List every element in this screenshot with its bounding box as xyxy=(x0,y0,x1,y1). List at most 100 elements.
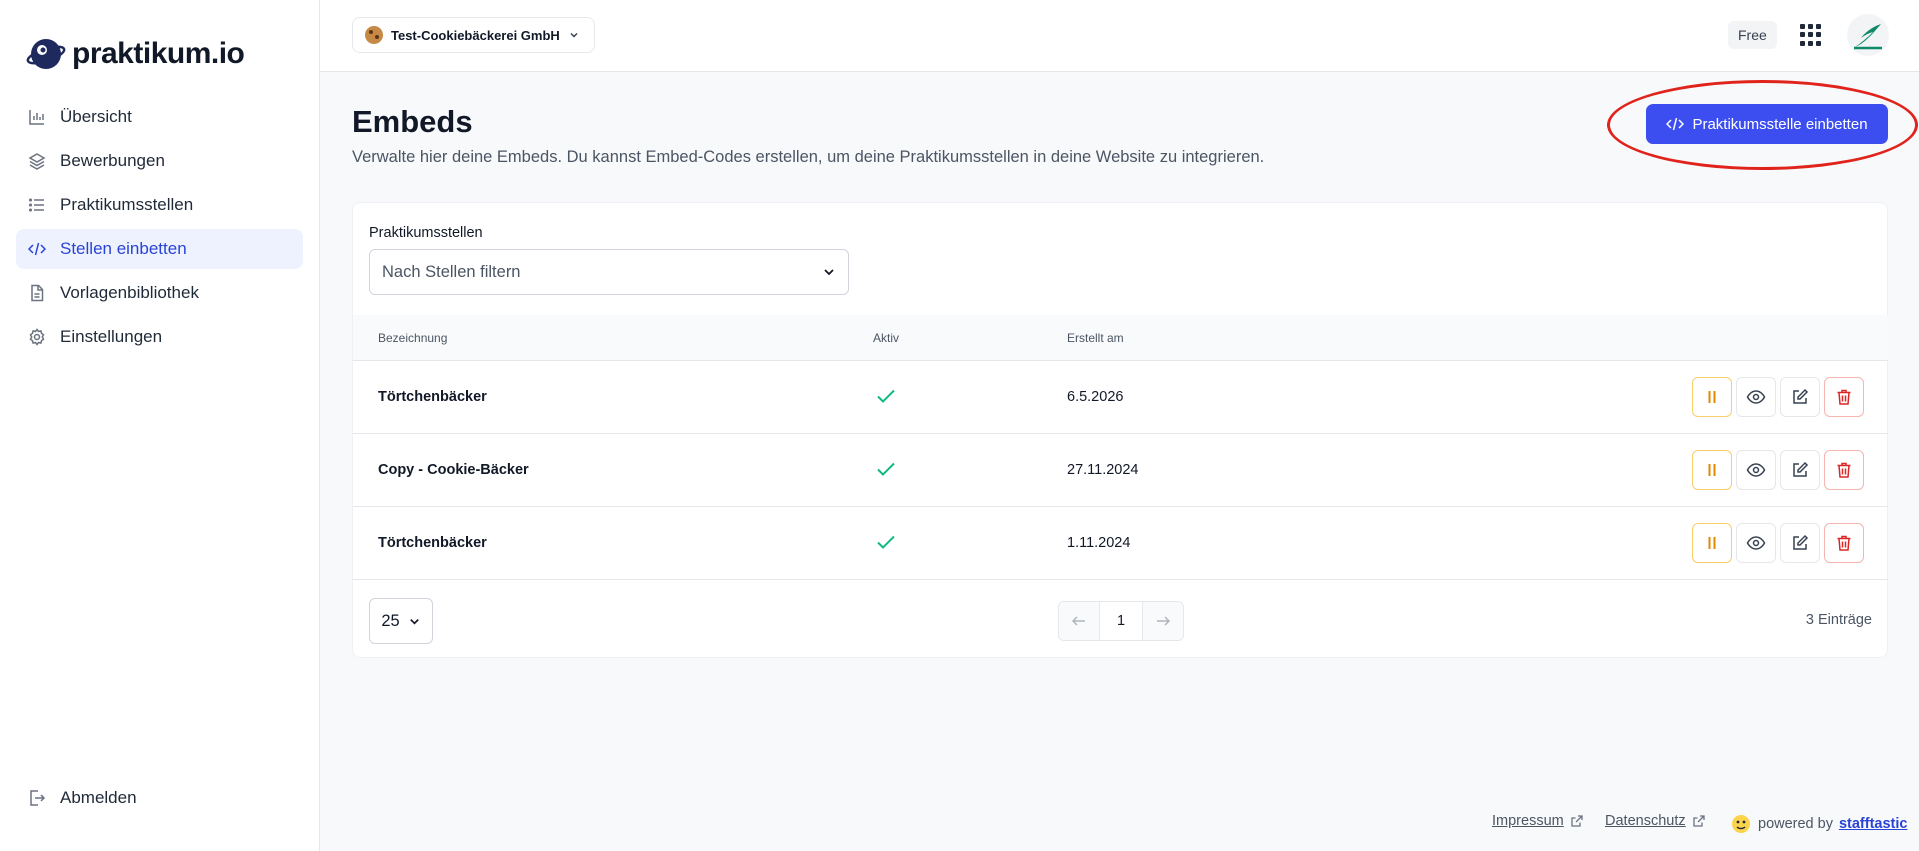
delete-button[interactable] xyxy=(1824,450,1864,490)
stafftastic-link[interactable]: stafftastic xyxy=(1839,816,1908,832)
sidebar-item-uebersicht[interactable]: Übersicht xyxy=(16,97,303,137)
chevron-down-icon xyxy=(570,32,578,38)
top-bar: Test-Cookiebäckerei GmbH Free xyxy=(320,0,1919,72)
company-switcher[interactable]: Test-Cookiebäckerei GmbH xyxy=(352,17,595,53)
chevron-down-icon xyxy=(409,618,419,625)
feather-logo-icon xyxy=(1854,24,1882,50)
sidebar-item-label: Stellen einbetten xyxy=(60,239,187,258)
edit-icon xyxy=(1793,534,1809,550)
row-created-date: 1.11.2024 xyxy=(1067,535,1131,551)
row-actions xyxy=(1692,523,1864,563)
embed-internship-button[interactable]: Praktikumsstelle einbetten xyxy=(1646,104,1888,144)
delete-button[interactable] xyxy=(1824,523,1864,563)
table-row[interactable]: Copy - Cookie-Bäcker 27.11.2024 xyxy=(353,434,1888,507)
per-page-value: 25 xyxy=(381,611,400,630)
trash-icon xyxy=(1837,462,1851,478)
logout-label: Abmelden xyxy=(60,788,137,807)
edit-button[interactable] xyxy=(1780,523,1820,563)
layers-icon xyxy=(28,152,46,170)
sidebar-item-stellen-einbetten[interactable]: Stellen einbetten xyxy=(16,229,303,269)
document-icon xyxy=(28,284,46,302)
sidebar-item-label: Vorlagenbibliothek xyxy=(60,283,199,302)
edit-icon xyxy=(1793,388,1809,404)
eye-icon xyxy=(1746,463,1766,477)
column-header-active[interactable]: Aktiv xyxy=(873,331,899,345)
avatar[interactable] xyxy=(1847,14,1889,56)
sidebar-bottom: Abmelden xyxy=(16,778,303,822)
check-icon xyxy=(877,535,895,549)
arrow-right-icon xyxy=(1157,616,1171,626)
sidebar-item-praktikumsstellen[interactable]: Praktikumsstellen xyxy=(16,185,303,225)
trash-icon xyxy=(1837,389,1851,405)
per-page-select[interactable]: 25 xyxy=(369,598,433,644)
page-description: Verwalte hier deine Embeds. Du kannst Em… xyxy=(352,148,1265,166)
sidebar-item-bewerbungen[interactable]: Bewerbungen xyxy=(16,141,303,181)
company-name: Test-Cookiebäckerei GmbH xyxy=(391,27,560,43)
row-created-date: 27.11.2024 xyxy=(1067,462,1139,478)
column-header-created[interactable]: Erstellt am xyxy=(1067,331,1124,345)
external-link-icon xyxy=(1692,815,1705,827)
page-title: Embeds xyxy=(352,104,473,139)
brand-name: praktikum.io xyxy=(72,37,245,70)
trash-icon xyxy=(1837,535,1851,551)
table-row[interactable]: Törtchenbäcker 6.5.2026 xyxy=(353,361,1888,434)
pause-button[interactable] xyxy=(1692,523,1732,563)
sidebar-item-einstellungen[interactable]: Einstellungen xyxy=(16,317,303,357)
logout-icon xyxy=(28,789,46,807)
sidebar: praktikum.io Übersicht Bewerbungen Prakt… xyxy=(0,0,320,851)
gear-icon xyxy=(28,328,46,346)
internship-filter-select[interactable]: Nach Stellen filtern xyxy=(369,249,849,295)
preview-button[interactable] xyxy=(1736,523,1776,563)
row-actions xyxy=(1692,450,1864,490)
plan-badge[interactable]: Free xyxy=(1728,21,1777,49)
delete-button[interactable] xyxy=(1824,377,1864,417)
row-actions xyxy=(1692,377,1864,417)
table-header: Bezeichnung Aktiv Erstellt am xyxy=(353,315,1888,361)
pause-button[interactable] xyxy=(1692,377,1732,417)
filter-placeholder: Nach Stellen filtern xyxy=(382,262,521,281)
preview-button[interactable] xyxy=(1736,450,1776,490)
logout-button[interactable]: Abmelden xyxy=(16,778,303,818)
external-link-icon xyxy=(1571,815,1583,827)
code-icon xyxy=(28,240,46,258)
datenschutz-link-wrap: Datenschutz xyxy=(1605,813,1706,829)
datenschutz-link[interactable]: Datenschutz xyxy=(1605,813,1686,829)
row-name: Törtchenbäcker xyxy=(378,535,487,551)
embed-internship-button-label: Praktikumsstelle einbetten xyxy=(1692,115,1868,133)
eye-icon xyxy=(1746,390,1766,404)
sidebar-item-label: Einstellungen xyxy=(60,327,163,346)
sidebar-item-vorlagenbibliothek[interactable]: Vorlagenbibliothek xyxy=(16,273,303,313)
filter-label: Praktikumsstellen xyxy=(369,225,483,241)
entries-count: 3 Einträge xyxy=(1805,612,1872,628)
edit-icon xyxy=(1793,461,1809,477)
sidebar-nav: Übersicht Bewerbungen Praktikumsstellen … xyxy=(16,97,303,361)
powered-by-label: powered by xyxy=(1758,816,1833,832)
sidebar-item-label: Praktikumsstellen xyxy=(60,195,194,214)
table-row[interactable]: Törtchenbäcker 1.11.2024 xyxy=(353,507,1888,580)
preview-button[interactable] xyxy=(1736,377,1776,417)
pause-button[interactable] xyxy=(1692,450,1732,490)
edit-button[interactable] xyxy=(1780,450,1820,490)
pause-icon xyxy=(1708,537,1716,549)
pause-icon xyxy=(1708,391,1716,403)
column-header-name[interactable]: Bezeichnung xyxy=(378,331,447,345)
page-number[interactable]: 1 xyxy=(1099,602,1143,640)
eye-icon xyxy=(1746,536,1766,550)
brand-logo[interactable]: praktikum.io xyxy=(26,34,245,74)
powered-by: powered by stafftastic xyxy=(1730,813,1907,835)
pagination: 1 xyxy=(1058,601,1184,641)
impressum-link[interactable]: Impressum xyxy=(1492,813,1564,829)
cookie-icon xyxy=(365,26,383,44)
edit-button[interactable] xyxy=(1780,377,1820,417)
embeds-card: Praktikumsstellen Nach Stellen filtern B… xyxy=(352,202,1888,658)
sidebar-item-label: Bewerbungen xyxy=(60,151,165,170)
prev-page-button[interactable] xyxy=(1059,602,1099,640)
row-created-date: 6.5.2026 xyxy=(1067,389,1124,405)
next-page-button[interactable] xyxy=(1143,602,1183,640)
check-icon xyxy=(877,462,895,476)
planet-logo-icon xyxy=(26,39,66,69)
sidebar-item-label: Übersicht xyxy=(60,107,132,126)
list-icon xyxy=(28,196,46,214)
table-footer: 25 1 3 Einträge xyxy=(353,581,1888,657)
apps-grid-icon[interactable] xyxy=(1800,24,1822,46)
